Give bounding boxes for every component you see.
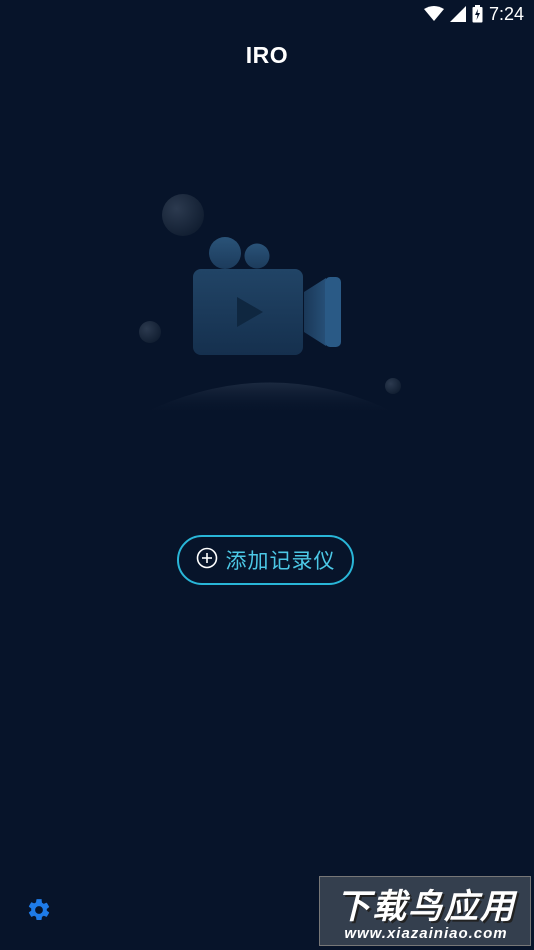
add-recorder-button[interactable]: 添加记录仪 (177, 535, 354, 585)
status-bar: 7:24 (0, 0, 534, 28)
status-time: 7:24 (488, 3, 524, 24)
gear-icon (26, 899, 52, 927)
empty-state-illustration (120, 180, 420, 430)
status-icons: 7:24 (423, 3, 524, 25)
add-recorder-label: 添加记录仪 (225, 549, 336, 573)
moon-small-right (385, 378, 401, 394)
watermark-url: www.xiazainiao.com (344, 925, 508, 942)
camera-lens (304, 278, 326, 346)
watermark-logo: 下载鸟应用 www.xiazainiao.com (319, 876, 531, 946)
wifi-icon (423, 6, 444, 22)
plus-circle-icon (196, 547, 218, 573)
signal-icon (449, 6, 466, 22)
moon-small-left (139, 321, 161, 343)
app-screen: 7:24 IRO 添加记录仪 下载鸟应用 www.xiazainiao.com (0, 0, 534, 950)
horizon-hill (140, 382, 400, 415)
camera-reel-right (244, 243, 270, 269)
watermark-title: 下载鸟应用 (336, 887, 516, 927)
battery-charging-icon (472, 5, 483, 23)
moon-large (162, 194, 204, 236)
settings-button[interactable] (26, 897, 52, 923)
camera-reel-left (209, 237, 241, 269)
page-title: IRO (245, 42, 289, 68)
